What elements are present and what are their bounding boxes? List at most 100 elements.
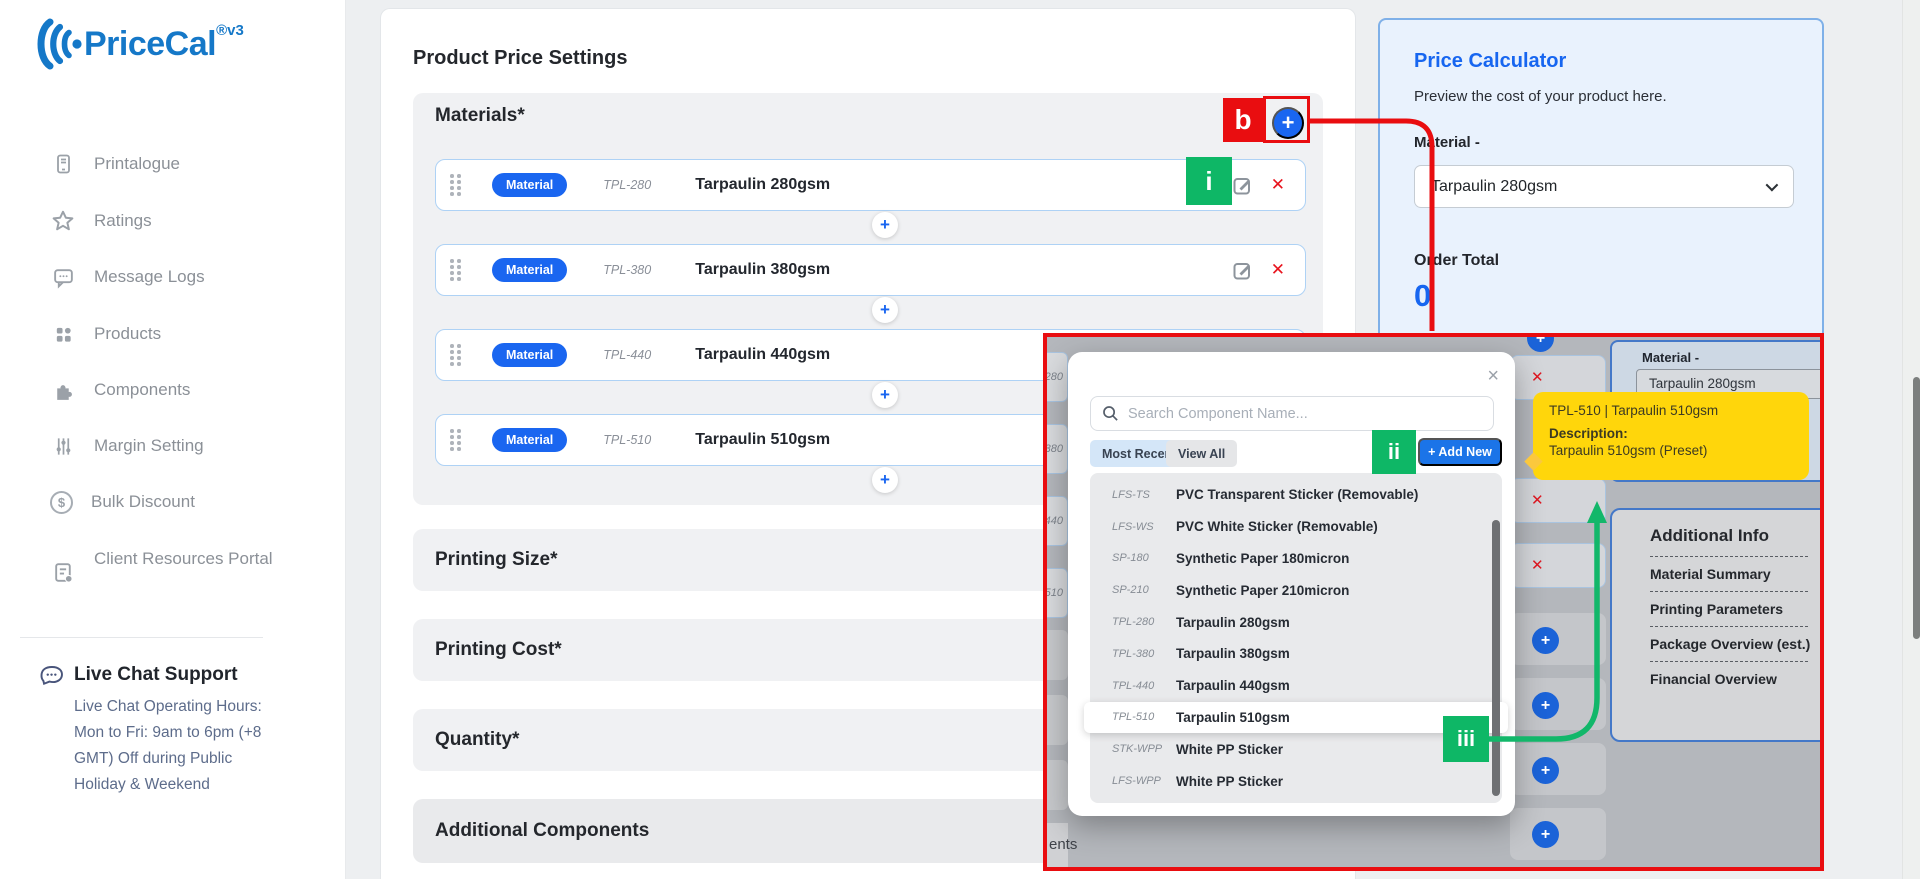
live-chat-line: Live Chat Operating Hours: bbox=[74, 694, 319, 720]
material-row[interactable]: Material TPL-280 Tarpaulin 280gsm ✕ bbox=[435, 159, 1306, 211]
material-select[interactable]: Tarpaulin 280gsm bbox=[1414, 165, 1794, 208]
additional-info-panel: Additional Info Material Summary Printin… bbox=[1610, 508, 1824, 742]
delete-icon[interactable]: ✕ bbox=[1271, 175, 1285, 195]
dimmed-add-button: + bbox=[1532, 627, 1559, 654]
sidebar-item-message-logs[interactable]: Message Logs bbox=[50, 264, 320, 290]
component-list-item[interactable]: SP-210Synthetic Paper 210micron bbox=[1090, 574, 1502, 606]
delete-icon: ✕ bbox=[1531, 492, 1544, 509]
material-name: Tarpaulin 280gsm bbox=[695, 176, 830, 194]
plus-icon: + bbox=[1541, 826, 1550, 844]
insert-material-button[interactable]: + bbox=[872, 297, 898, 323]
dashed-divider bbox=[1650, 661, 1808, 662]
plus-icon: + bbox=[880, 385, 890, 405]
section-heading: Printing Size* bbox=[435, 549, 557, 571]
delete-icon: ✕ bbox=[1531, 557, 1544, 574]
additional-info-item: Package Overview (est.) bbox=[1650, 636, 1824, 652]
sidebar-item-label: Ratings bbox=[94, 209, 152, 233]
component-code: LFS-WS bbox=[1112, 521, 1176, 533]
component-search-field[interactable] bbox=[1090, 396, 1494, 431]
plus-icon: + bbox=[1541, 697, 1550, 715]
drag-handle-icon[interactable] bbox=[450, 174, 462, 196]
component-tooltip: TPL-510 | Tarpaulin 510gsm Description: … bbox=[1533, 392, 1809, 480]
materials-heading: Materials* bbox=[435, 105, 525, 127]
sidebar-item-products[interactable]: Products bbox=[50, 321, 320, 347]
component-name: Tarpaulin 440gsm bbox=[1176, 678, 1290, 693]
annotation-label-b: b bbox=[1223, 98, 1263, 142]
edit-icon[interactable] bbox=[1232, 175, 1253, 196]
page-scrollbar[interactable] bbox=[1902, 0, 1920, 879]
component-code: TPL-510 bbox=[1112, 711, 1176, 723]
material-name: Tarpaulin 380gsm bbox=[695, 261, 830, 279]
component-list-item[interactable]: LFS-WSPVC White Sticker (Removable) bbox=[1090, 511, 1502, 543]
dimmed-section-fragment bbox=[1043, 695, 1068, 745]
material-badge: Material bbox=[492, 343, 567, 367]
drag-handle-icon[interactable] bbox=[450, 259, 462, 281]
material-code: TPL-510 bbox=[603, 433, 695, 447]
dashed-divider bbox=[1650, 556, 1808, 557]
plus-icon: + bbox=[1541, 632, 1550, 650]
insert-material-button[interactable]: + bbox=[872, 382, 898, 408]
plus-icon: + bbox=[880, 215, 890, 235]
edit-icon[interactable] bbox=[1232, 260, 1253, 281]
component-code: TPL-380 bbox=[1112, 648, 1176, 660]
sidebar-item-printalogue[interactable]: Printalogue bbox=[50, 151, 320, 177]
component-list-item[interactable]: STK-WPPWhite PP Sticker bbox=[1090, 733, 1502, 765]
dimmed-add-button: + bbox=[1527, 333, 1554, 352]
component-list-item[interactable]: TPL-280Tarpaulin 280gsm bbox=[1090, 606, 1502, 638]
sidebar-item-components[interactable]: Components bbox=[50, 377, 320, 403]
material-code: TPL-380 bbox=[603, 263, 695, 277]
dimmed-add-button: + bbox=[1532, 692, 1559, 719]
material-badge: Material bbox=[492, 428, 567, 452]
component-code: STK-WPP bbox=[1112, 743, 1176, 755]
insert-material-button[interactable]: + bbox=[872, 212, 898, 238]
insert-material-button[interactable]: + bbox=[872, 467, 898, 493]
sidebar-item-client-resources-portal[interactable]: Client Resources Portal bbox=[50, 545, 320, 585]
component-name: White PP Sticker bbox=[1176, 774, 1283, 789]
fragment-code: 510 bbox=[1045, 569, 1063, 617]
component-list-item[interactable]: SP-180Synthetic Paper 180micron bbox=[1090, 543, 1502, 575]
component-code: LFS-WPP bbox=[1112, 775, 1176, 787]
component-name: Tarpaulin 380gsm bbox=[1176, 646, 1290, 661]
component-code: SP-210 bbox=[1112, 584, 1176, 596]
dollar-circle-icon: $ bbox=[50, 491, 73, 514]
sidebar-item-label: Bulk Discount bbox=[91, 490, 195, 514]
material-row[interactable]: Material TPL-380 Tarpaulin 380gsm ✕ bbox=[435, 244, 1306, 296]
logo-version-text: ®v3 bbox=[216, 22, 244, 39]
modal-scrollbar-thumb[interactable] bbox=[1492, 520, 1500, 796]
component-list-item[interactable]: TPL-440Tarpaulin 440gsm bbox=[1090, 670, 1502, 702]
chat-icon bbox=[50, 264, 76, 290]
close-icon[interactable]: × bbox=[1487, 366, 1499, 386]
dimmed-material-row-fragment: 440 bbox=[1043, 496, 1068, 546]
pricecal-logo[interactable]: PriceCal ®v3 bbox=[28, 18, 244, 70]
component-name: PVC Transparent Sticker (Removable) bbox=[1176, 487, 1418, 502]
calculator-subtitle: Preview the cost of your product here. bbox=[1414, 88, 1667, 105]
dashed-divider bbox=[1650, 591, 1808, 592]
component-list-item[interactable]: LFS-TSPVC Transparent Sticker (Removable… bbox=[1090, 479, 1502, 511]
component-name: Tarpaulin 510gsm bbox=[1176, 710, 1290, 725]
sidebar-item-ratings[interactable]: Ratings bbox=[50, 208, 320, 234]
material-label: Material - bbox=[1642, 350, 1699, 365]
drag-handle-icon[interactable] bbox=[450, 344, 462, 366]
dimmed-add-button: + bbox=[1532, 821, 1559, 848]
delete-icon[interactable]: ✕ bbox=[1271, 260, 1285, 280]
component-list-item[interactable]: LFS-WPPWhite PP Sticker bbox=[1090, 765, 1502, 797]
pricecal-logo-icon bbox=[28, 18, 84, 70]
dollar-glyph: $ bbox=[58, 495, 65, 510]
plus-icon: + bbox=[880, 300, 890, 320]
component-list-item[interactable]: TPL-380Tarpaulin 380gsm bbox=[1090, 638, 1502, 670]
material-code: TPL-280 bbox=[603, 178, 695, 192]
search-input[interactable] bbox=[1128, 406, 1493, 422]
page-scrollbar-thumb[interactable] bbox=[1913, 377, 1920, 639]
drag-handle-icon[interactable] bbox=[450, 429, 462, 451]
tab-view-all[interactable]: View All bbox=[1166, 440, 1237, 467]
add-new-button[interactable]: + Add New bbox=[1418, 438, 1502, 466]
material-badge: Material bbox=[492, 258, 567, 282]
sidebar-item-label: Margin Setting bbox=[94, 434, 204, 458]
page-title: Product Price Settings bbox=[413, 47, 628, 70]
zoom-callout-overlay: 280 380 440 510 ents + ✕ ✕ ✕ + + + + Mat… bbox=[1043, 333, 1824, 871]
annotation-label-i: i bbox=[1186, 157, 1232, 205]
sidebar-item-bulk-discount[interactable]: $ Bulk Discount bbox=[50, 490, 320, 514]
sidebar-item-margin-setting[interactable]: Margin Setting bbox=[50, 433, 320, 459]
grid-icon bbox=[50, 321, 76, 347]
dimmed-row-fragment: ✕ bbox=[1510, 543, 1606, 588]
